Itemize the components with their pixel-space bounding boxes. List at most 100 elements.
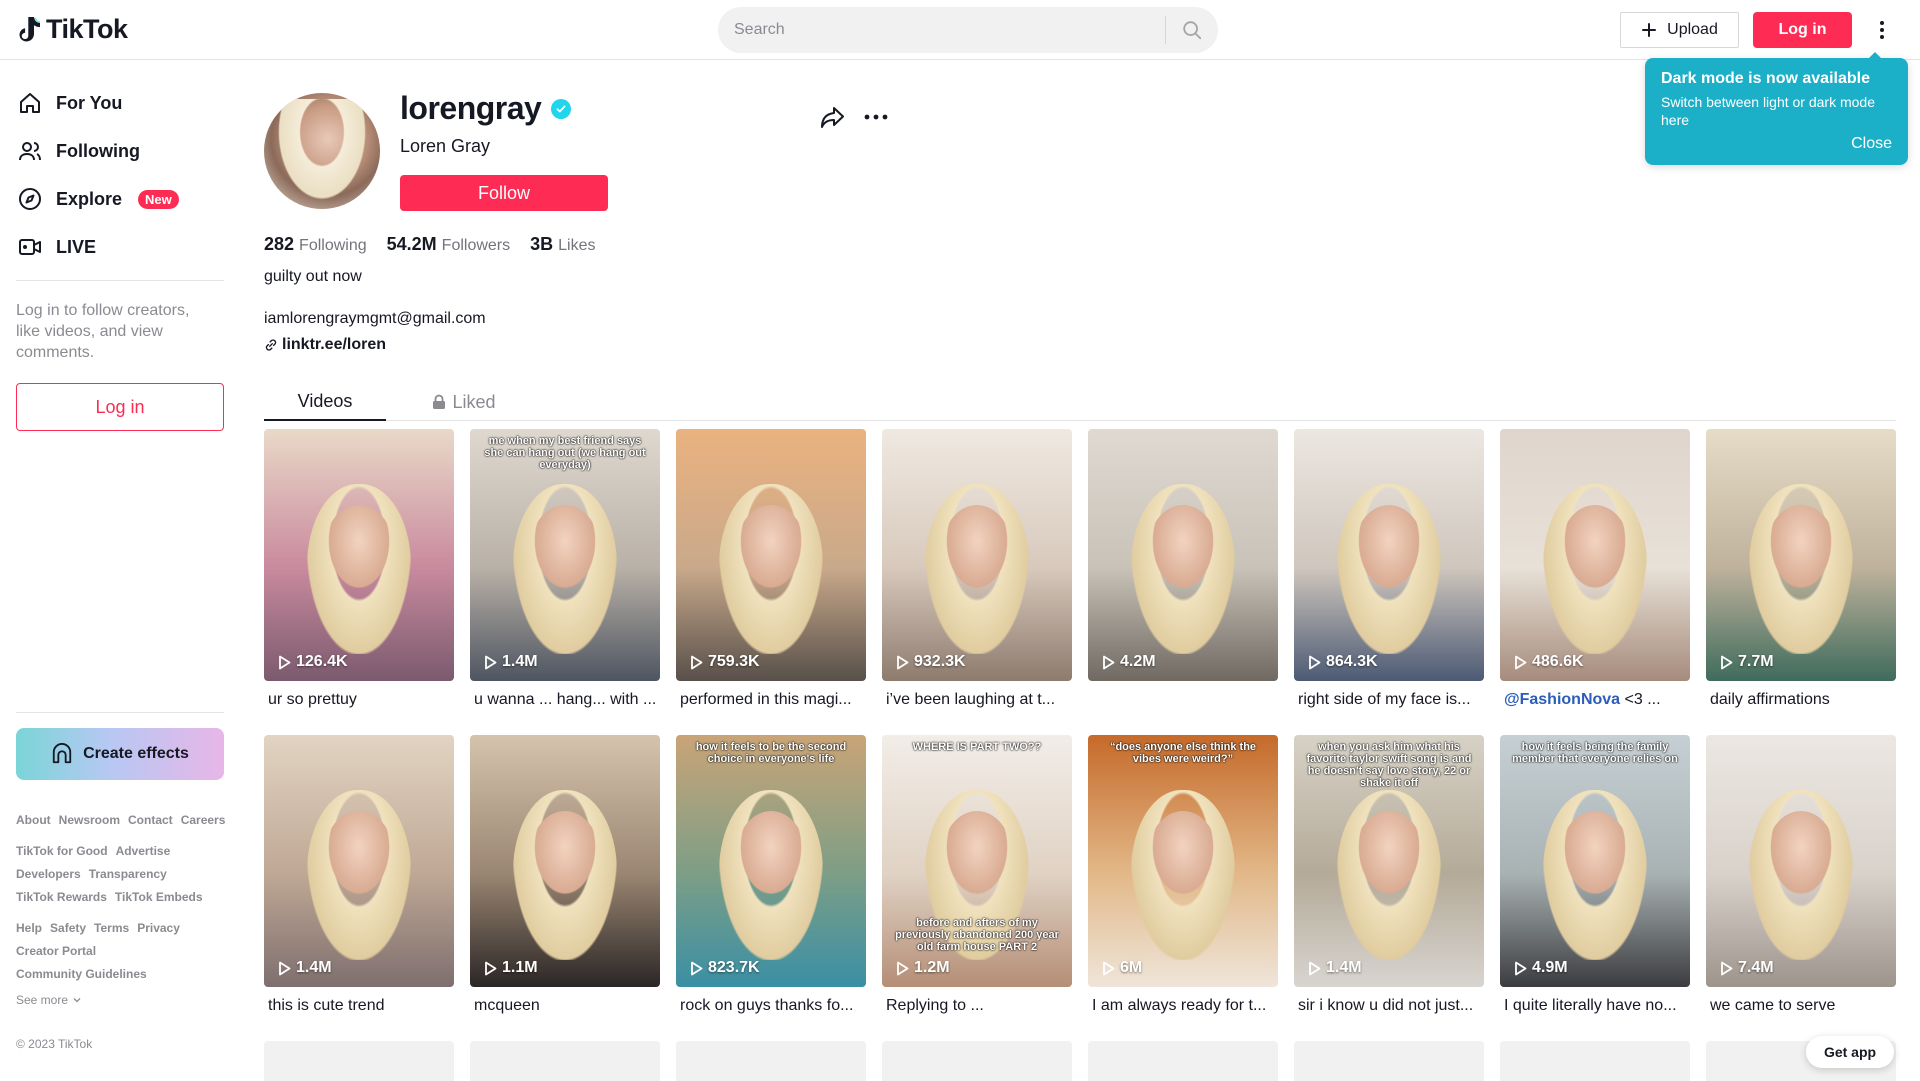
footer-link-tiktok-rewards[interactable]: TikTok Rewards: [16, 890, 107, 904]
share-icon[interactable]: [818, 103, 846, 131]
video-thumbnail[interactable]: 486.6K: [1500, 429, 1690, 681]
video-thumbnail[interactable]: 4.2M: [1088, 429, 1278, 681]
footer-links-row-4: TikTok Rewards TikTok Embeds: [16, 890, 203, 904]
loading-placeholder: [882, 1041, 1072, 1081]
video-thumbnail[interactable]: 932.3K: [882, 429, 1072, 681]
video-card[interactable]: when you ask him what his favorite taylo…: [1294, 735, 1484, 1015]
video-thumbnail[interactable]: how it feels being the family member tha…: [1500, 735, 1690, 987]
video-title[interactable]: I am always ready for t...: [1088, 997, 1278, 1015]
video-title-text: mcqueen: [474, 997, 540, 1014]
video-title[interactable]: ur so prettuy: [264, 691, 454, 709]
search-icon: [1183, 21, 1202, 40]
footer-link-contact[interactable]: Contact: [128, 813, 173, 827]
video-title[interactable]: right side of my face is...: [1294, 691, 1484, 709]
get-app-button[interactable]: Get app: [1806, 1036, 1894, 1068]
video-card[interactable]: how it feels to be the second choice in …: [676, 735, 866, 1015]
followers-count[interactable]: 54.2M Followers: [387, 234, 511, 255]
video-card[interactable]: 1.4M this is cute trend: [264, 735, 454, 1015]
see-more-link[interactable]: See more: [16, 993, 82, 1007]
footer-link-advertise[interactable]: Advertise: [116, 844, 171, 858]
video-card[interactable]: 7.4M we came to serve: [1706, 735, 1896, 1015]
video-card[interactable]: 126.4K ur so prettuy: [264, 429, 454, 709]
footer-link-privacy[interactable]: Privacy: [137, 921, 180, 935]
video-card[interactable]: “does anyone else think the vibes were w…: [1088, 735, 1278, 1015]
footer-links-row-6: Creator Portal: [16, 944, 96, 958]
video-title[interactable]: Replying to ...: [882, 997, 1072, 1015]
video-thumbnail[interactable]: when you ask him what his favorite taylo…: [1294, 735, 1484, 987]
footer-link-transparency[interactable]: Transparency: [89, 867, 167, 881]
effect-house-icon: [52, 743, 72, 764]
video-thumbnail[interactable]: WHERE IS PART TWO?? before and afters of …: [882, 735, 1072, 987]
video-title[interactable]: rock on guys thanks fo...: [676, 997, 866, 1015]
follow-button[interactable]: Follow: [400, 175, 608, 211]
profile-more-icon[interactable]: [862, 103, 890, 131]
video-title[interactable]: I quite literally have no...: [1500, 997, 1690, 1015]
sidebar-item-explore[interactable]: Explore New: [16, 183, 179, 215]
video-thumbnail[interactable]: 759.3K: [676, 429, 866, 681]
footer-link-about[interactable]: About: [16, 813, 51, 827]
thumbnail-image: [1766, 810, 1836, 901]
video-thumbnail[interactable]: 1.4M: [264, 735, 454, 987]
footer-link-developers[interactable]: Developers: [16, 867, 81, 881]
sidebar-item-for-you[interactable]: For You: [16, 87, 122, 119]
video-card[interactable]: me when my best friend says she can hang…: [470, 429, 660, 709]
footer-link-creator-portal[interactable]: Creator Portal: [16, 944, 96, 958]
video-card[interactable]: 864.3K right side of my face is...: [1294, 429, 1484, 709]
tooltip-close-button[interactable]: Close: [1851, 135, 1892, 153]
video-title[interactable]: mcqueen: [470, 997, 660, 1015]
upload-label: Upload: [1667, 21, 1718, 38]
video-card[interactable]: 7.7M daily affirmations: [1706, 429, 1896, 709]
video-thumbnail[interactable]: me when my best friend says she can hang…: [470, 429, 660, 681]
mention-link[interactable]: @FashionNova: [1504, 691, 1620, 708]
footer-link-tiktok-for-good[interactable]: TikTok for Good: [16, 844, 108, 858]
video-thumbnail[interactable]: 126.4K: [264, 429, 454, 681]
video-thumbnail[interactable]: 864.3K: [1294, 429, 1484, 681]
video-card[interactable]: 486.6K @FashionNova <3 ...: [1500, 429, 1690, 709]
view-count: 4.2M: [1102, 653, 1156, 671]
video-thumbnail[interactable]: 1.1M: [470, 735, 660, 987]
tiktok-logo[interactable]: TikTok: [16, 14, 128, 45]
sidebar-login-button[interactable]: Log in: [16, 383, 224, 431]
video-card[interactable]: 759.3K performed in this magi...: [676, 429, 866, 709]
play-icon: [1721, 655, 1733, 669]
video-title[interactable]: u wanna ... hang... with ...: [470, 691, 660, 709]
profile-link[interactable]: linktr.ee/loren: [264, 336, 386, 354]
sidebar-item-live[interactable]: LIVE: [16, 231, 96, 263]
thumbnail-overlay-text: how it feels to be the second choice in …: [695, 741, 847, 765]
following-count[interactable]: 282 Following: [264, 234, 367, 255]
footer-link-careers[interactable]: Careers: [181, 813, 226, 827]
video-card[interactable]: 4.2M: [1088, 429, 1278, 691]
footer-link-terms[interactable]: Terms: [94, 921, 129, 935]
video-title[interactable]: performed in this magi...: [676, 691, 866, 709]
footer-link-help[interactable]: Help: [16, 921, 42, 935]
tab-videos[interactable]: Videos: [264, 383, 386, 421]
footer-link-tiktok-embeds[interactable]: TikTok Embeds: [115, 890, 203, 904]
upload-button[interactable]: Upload: [1620, 12, 1739, 48]
video-title[interactable]: @FashionNova <3 ...: [1500, 691, 1690, 709]
video-title[interactable]: sir i know u did not just...: [1294, 997, 1484, 1015]
video-thumbnail[interactable]: 7.7M: [1706, 429, 1896, 681]
create-effects-button[interactable]: Create effects: [16, 728, 224, 780]
footer-link-safety[interactable]: Safety: [50, 921, 86, 935]
tab-liked[interactable]: Liked: [419, 383, 509, 421]
video-title[interactable]: we came to serve: [1706, 997, 1896, 1015]
sidebar-item-following[interactable]: Following: [16, 135, 140, 167]
footer-link-newsroom[interactable]: Newsroom: [59, 813, 120, 827]
video-card[interactable]: 932.3K i’ve been laughing at t...: [882, 429, 1072, 709]
video-thumbnail[interactable]: 7.4M: [1706, 735, 1896, 987]
video-card[interactable]: 1.1M mcqueen: [470, 735, 660, 1015]
video-title[interactable]: this is cute trend: [264, 997, 454, 1015]
verified-badge-icon: [551, 98, 572, 119]
header-login-button[interactable]: Log in: [1753, 12, 1852, 48]
more-menu-button[interactable]: [1870, 12, 1894, 48]
play-icon: [691, 961, 703, 975]
footer-link-community-guidelines[interactable]: Community Guidelines: [16, 967, 147, 981]
video-title[interactable]: i’ve been laughing at t...: [882, 691, 1072, 709]
search-input[interactable]: [718, 7, 1165, 53]
video-thumbnail[interactable]: how it feels to be the second choice in …: [676, 735, 866, 987]
video-card[interactable]: how it feels being the family member tha…: [1500, 735, 1690, 1015]
video-thumbnail[interactable]: “does anyone else think the vibes were w…: [1088, 735, 1278, 987]
search-button[interactable]: [1166, 7, 1218, 53]
video-card[interactable]: WHERE IS PART TWO?? before and afters of …: [882, 735, 1072, 1015]
video-title[interactable]: daily affirmations: [1706, 691, 1896, 709]
